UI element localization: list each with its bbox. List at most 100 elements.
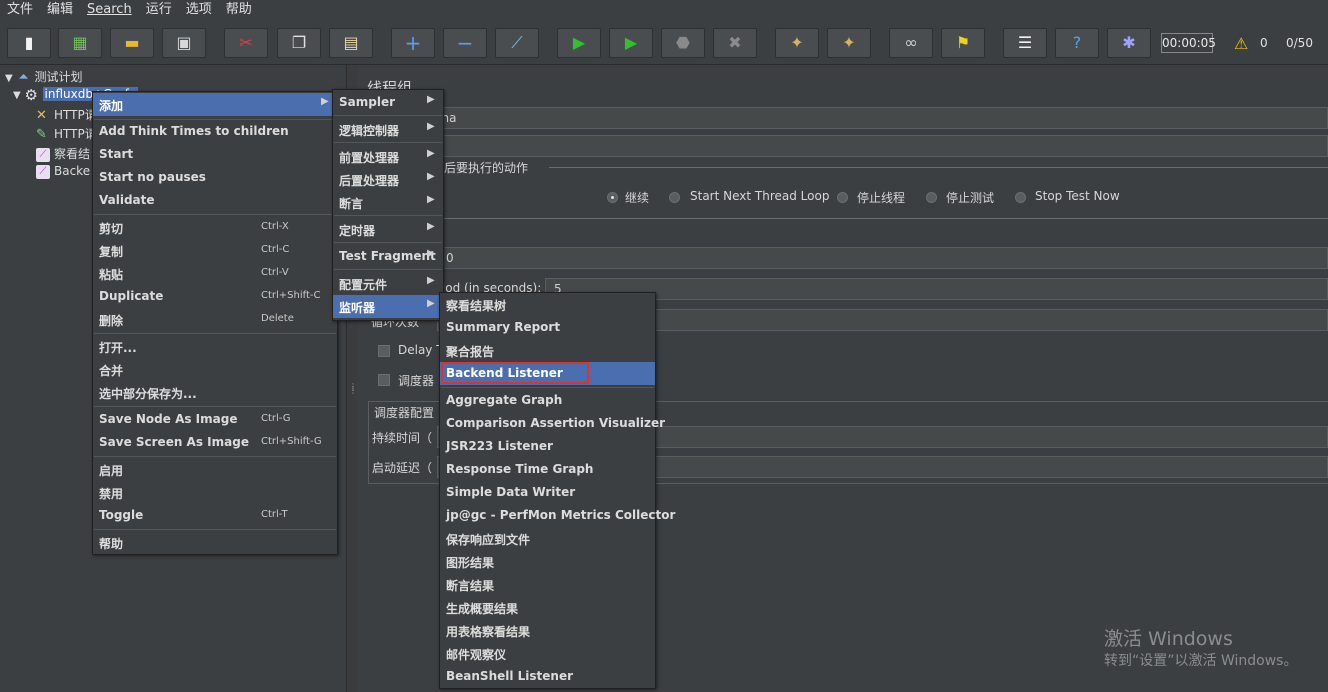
menu-help[interactable]: 帮助 bbox=[219, 0, 259, 20]
start-no-pauses-button[interactable]: ▶ bbox=[609, 28, 653, 58]
menu-item-merge[interactable]: 合并 bbox=[93, 358, 337, 381]
listener-aggregate-graph[interactable]: Aggregate Graph bbox=[440, 389, 655, 412]
clear-all-button[interactable]: ✦ bbox=[827, 28, 871, 58]
menu-item-disable[interactable]: 禁用 bbox=[93, 481, 337, 504]
binoculars-icon: ∞ bbox=[904, 33, 918, 52]
menu-item-validate[interactable]: Validate bbox=[93, 189, 337, 212]
clear-button[interactable]: ✦ bbox=[775, 28, 819, 58]
menu-item-save-screen-image[interactable]: Save Screen As Image Ctrl+Shift-G bbox=[93, 431, 337, 454]
menu-item-copy[interactable]: 复制 Ctrl-C bbox=[93, 239, 337, 262]
menu-item-start-no-pauses[interactable]: Start no pauses bbox=[93, 166, 337, 189]
paste-button[interactable]: ▤ bbox=[329, 28, 373, 58]
scheduler-section-title: 调度器配置 bbox=[374, 406, 435, 420]
copy-button[interactable]: ❐ bbox=[277, 28, 321, 58]
menu-item-help[interactable]: 帮助 bbox=[93, 531, 337, 554]
tree-root[interactable]: ▼ ⏶ 测试计划 bbox=[5, 68, 83, 85]
menu-separator bbox=[334, 269, 442, 270]
menu-item-open[interactable]: 打开... bbox=[93, 335, 337, 358]
submenu-assertion[interactable]: 断言 ▶ bbox=[333, 191, 443, 214]
menu-item-duplicate[interactable]: Duplicate Ctrl+Shift-C bbox=[93, 285, 337, 308]
menu-item-delete[interactable]: 删除 Delete bbox=[93, 308, 337, 331]
menu-item-add[interactable]: 添加 ▶ bbox=[93, 93, 337, 116]
radio-stop-now[interactable] bbox=[1015, 192, 1026, 203]
submenu-pre-processor[interactable]: 前置处理器 ▶ bbox=[333, 145, 443, 168]
listener-perfmon-collector[interactable]: jp@gc - PerfMon Metrics Collector bbox=[440, 504, 675, 527]
listener-summary-report[interactable]: Summary Report bbox=[440, 316, 655, 339]
expand-button[interactable]: + bbox=[391, 28, 435, 58]
shutdown-button[interactable]: ✖ bbox=[713, 28, 757, 58]
section-divider bbox=[549, 167, 1328, 168]
listener-mailer-visualizer[interactable]: 邮件观察仪 bbox=[440, 642, 655, 665]
tree-view-results[interactable]: ⟋ 察看结 bbox=[36, 145, 90, 162]
radio-continue[interactable] bbox=[607, 192, 618, 203]
submenu-logic-controller[interactable]: 逻辑控制器 ▶ bbox=[333, 118, 443, 141]
function-helper-button[interactable]: ☰ bbox=[1003, 28, 1047, 58]
new-button[interactable]: ▮ bbox=[7, 28, 51, 58]
submenu-arrow-icon: ▶ bbox=[321, 96, 329, 107]
listener-simple-data-writer[interactable]: Simple Data Writer bbox=[440, 481, 655, 504]
stop-button[interactable]: ⬣ bbox=[661, 28, 705, 58]
rampup-field[interactable]: 5 bbox=[545, 278, 1328, 300]
menu-item-think-times[interactable]: Add Think Times to children bbox=[93, 120, 337, 143]
listener-generate-summary[interactable]: 生成概要结果 bbox=[440, 596, 655, 619]
reset-search-button[interactable]: ⚑ bbox=[941, 28, 985, 58]
menu-item-cut[interactable]: 剪切 Ctrl-X bbox=[93, 216, 337, 239]
tree-http-request-2[interactable]: ✎ HTTP请 bbox=[36, 125, 97, 142]
submenu-post-processor[interactable]: 后置处理器 ▶ bbox=[333, 168, 443, 191]
toggle-button[interactable]: ⟋ bbox=[495, 28, 539, 58]
comments-field[interactable] bbox=[367, 135, 1328, 157]
activation-watermark-text: 转到“设置”以激活 Windows。 bbox=[1104, 653, 1298, 669]
listener-jsr223[interactable]: JSR223 Listener bbox=[440, 435, 655, 458]
cut-button[interactable]: ✂ bbox=[224, 28, 268, 58]
listener-save-responses[interactable]: 保存响应到文件 bbox=[440, 527, 655, 550]
radio-stop-thread[interactable] bbox=[837, 192, 848, 203]
listener-response-time-graph[interactable]: Response Time Graph bbox=[440, 458, 655, 481]
open-button[interactable]: ▬ bbox=[110, 28, 154, 58]
menu-item-toggle[interactable]: Toggle Ctrl-T bbox=[93, 504, 337, 527]
tree-backend-listener[interactable]: ⟋ Backe bbox=[36, 164, 90, 179]
submenu-test-fragment[interactable]: Test Fragment ▶ bbox=[333, 245, 443, 268]
templates-button[interactable]: ▦ bbox=[58, 28, 102, 58]
menu-options[interactable]: 选项 bbox=[179, 0, 219, 20]
threads-field[interactable]: 0 bbox=[437, 247, 1328, 269]
menu-item-save-selection[interactable]: 选中部分保存为... bbox=[93, 381, 337, 404]
listener-view-results-table[interactable]: 用表格察看结果 bbox=[440, 619, 655, 642]
submenu-sampler[interactable]: Sampler ▶ bbox=[333, 91, 443, 114]
listener-aggregate-report[interactable]: 聚合报告 bbox=[440, 339, 655, 362]
menu-search[interactable]: Search bbox=[80, 0, 139, 20]
delay-checkbox[interactable] bbox=[378, 345, 390, 357]
plus-icon: + bbox=[404, 31, 422, 55]
minus-icon: − bbox=[456, 31, 474, 55]
submenu-listener[interactable]: 监听器 ▶ bbox=[333, 295, 443, 318]
menu-run[interactable]: 运行 bbox=[139, 0, 179, 20]
submenu-timer[interactable]: 定时器 ▶ bbox=[333, 218, 443, 241]
listener-view-results-tree[interactable]: 察看结果树 bbox=[440, 293, 655, 316]
menu-item-start[interactable]: Start bbox=[93, 143, 337, 166]
radio-stop-test[interactable] bbox=[926, 192, 937, 203]
menu-separator bbox=[334, 242, 442, 243]
listener-graph-results[interactable]: 图形结果 bbox=[440, 550, 655, 573]
listener-comparison-assertion[interactable]: Comparison Assertion Visualizer bbox=[440, 412, 665, 435]
save-button[interactable]: ▣ bbox=[162, 28, 206, 58]
radio-next-loop[interactable] bbox=[669, 192, 680, 203]
scheduler-checkbox[interactable] bbox=[378, 374, 390, 386]
tree-http-request-1[interactable]: ✕ HTTP请 bbox=[36, 106, 97, 123]
grip-icon: ⋮ ⋮ bbox=[349, 382, 357, 395]
help-button[interactable]: ? bbox=[1055, 28, 1099, 58]
warning-icon[interactable]: ⚠ bbox=[1234, 34, 1248, 53]
name-field[interactable]: xdb+Grafana bbox=[367, 107, 1328, 129]
menu-file[interactable]: 文件 bbox=[0, 0, 40, 20]
collapse-button[interactable]: − bbox=[443, 28, 487, 58]
remote-button[interactable]: ✱ bbox=[1107, 28, 1151, 58]
menu-edit[interactable]: 编辑 bbox=[40, 0, 80, 20]
listener-beanshell[interactable]: BeanShell Listener bbox=[440, 665, 655, 688]
menu-item-paste[interactable]: 粘贴 Ctrl-V bbox=[93, 262, 337, 285]
submenu-config-element[interactable]: 配置元件 ▶ bbox=[333, 272, 443, 295]
listener-assertion-results[interactable]: 断言结果 bbox=[440, 573, 655, 596]
menu-item-save-node-image[interactable]: Save Node As Image Ctrl-G bbox=[93, 408, 337, 431]
radio-stop-test-label: 停止测试 bbox=[946, 191, 995, 205]
search-button[interactable]: ∞ bbox=[889, 28, 933, 58]
menu-item-enable[interactable]: 启用 bbox=[93, 458, 337, 481]
start-button[interactable]: ▶ bbox=[557, 28, 601, 58]
startup-delay-label: 启动延迟（ bbox=[372, 461, 433, 475]
